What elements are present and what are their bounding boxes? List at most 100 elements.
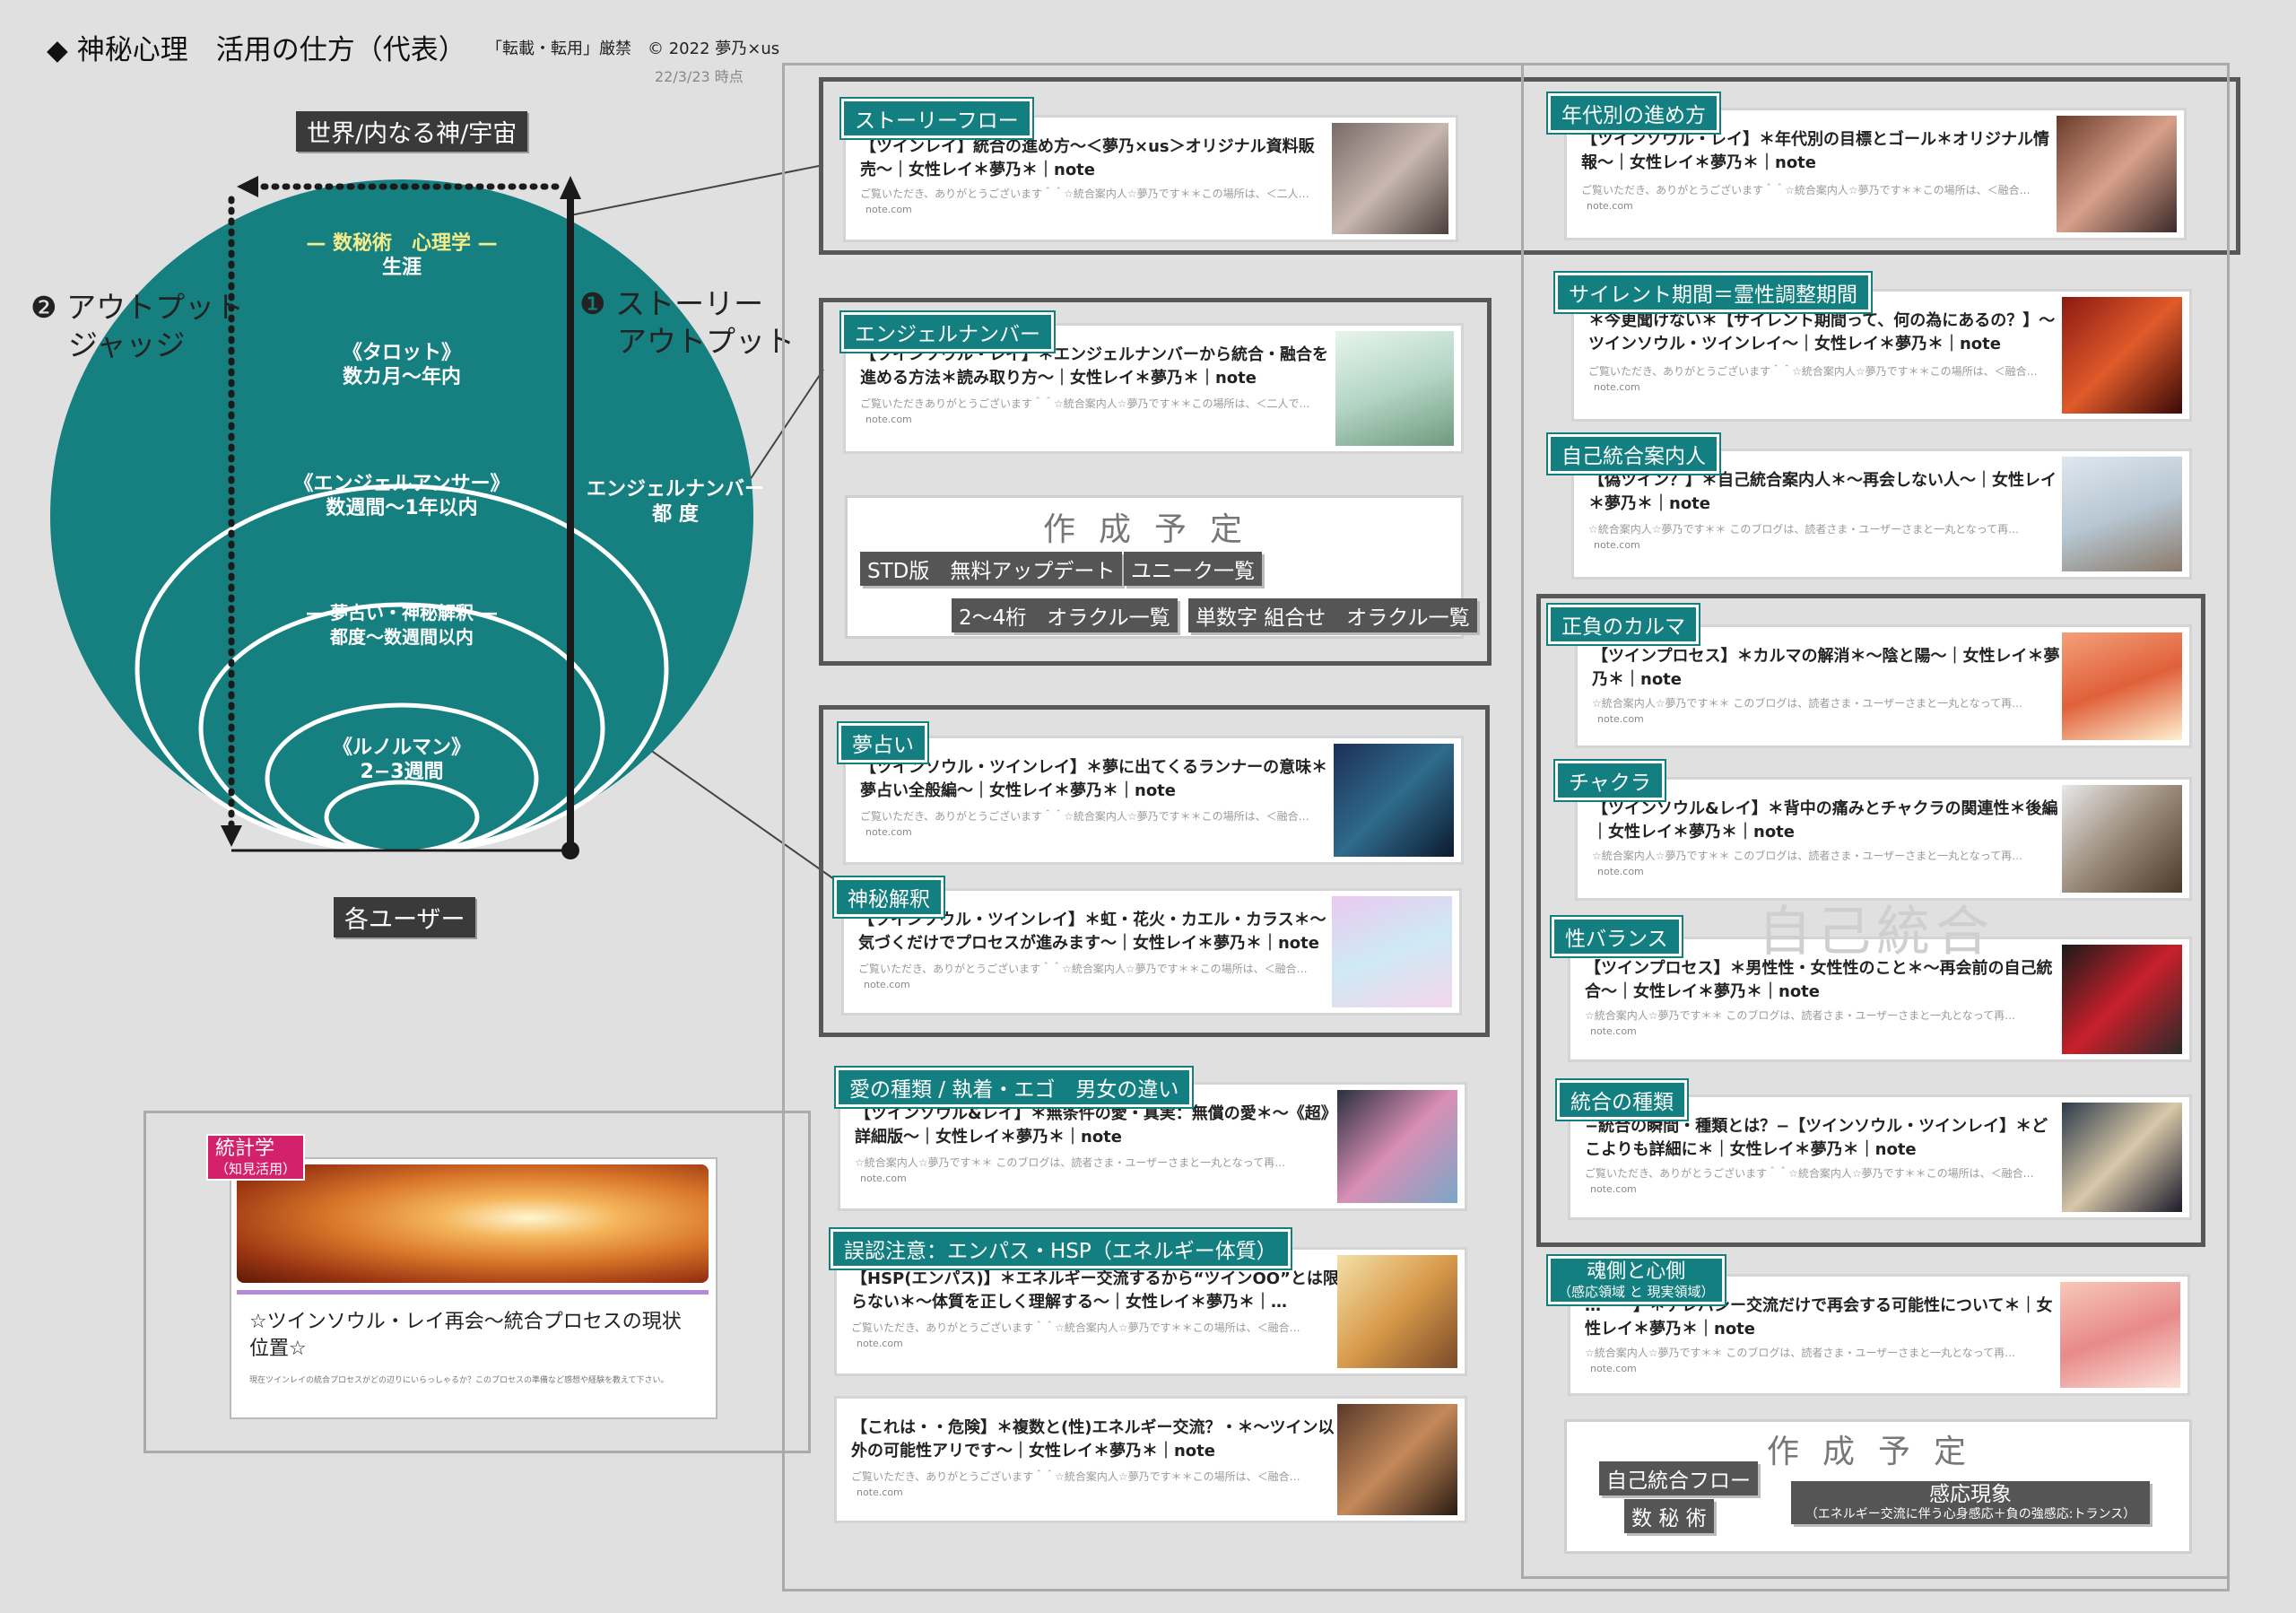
plan-btn-oracle-single[interactable]: 単数字 組合せ オラクル一覧 — [1188, 598, 1477, 632]
card-chakra-site: note.com — [1597, 866, 1644, 877]
card-story-site: note.com — [865, 204, 912, 215]
tag-dream: 夢占い — [837, 721, 929, 764]
top-label: 世界/内なる神/宇宙 — [296, 111, 528, 152]
tag-story-flow: ストーリーフロー — [839, 97, 1034, 140]
card-chakra[interactable]: 【ツインソウル&レイ】＊背中の痛みとチャクラの関連性＊後編｜女性レイ＊夢乃＊｜n… — [1575, 777, 2192, 901]
card-story-title: 【ツインレイ】統合の進め方〜＜夢乃×us＞オリジナル資料販売〜｜女性レイ＊夢乃＊… — [860, 137, 1315, 179]
card-age-title: 【ツインソウル・レイ】＊年代別の目標とゴール＊オリジナル情報〜｜女性レイ＊夢乃＊… — [1581, 130, 2049, 172]
tag-karma: 正負のカルマ — [1546, 603, 1700, 646]
card-karma-desc: ☆統合案内人☆夢乃です＊＊ このブログは、読者さま・ユーザーさまと一丸となって再… — [1592, 697, 2023, 710]
card-balance-image — [2062, 945, 2182, 1054]
card-karma-title: 【ツインプロセス】＊カルマの解消＊〜陰と陽〜｜女性レイ＊夢乃＊｜note — [1592, 647, 2060, 689]
right-label-line1: ❶ ストーリー — [579, 286, 764, 321]
card-mystic-desc: ご覧いただき、ありがとうございます＾＾☆統合案内人☆夢乃です＊＊この場所は、＜融… — [858, 963, 1308, 975]
card-danger-image — [1337, 1404, 1457, 1515]
angel-plan-box: 作成予定 STD版 無料アップデート ユニーク一覧 2〜4桁 オラクル一覧 単数… — [845, 495, 1477, 639]
card-age-site: note.com — [1587, 200, 1633, 212]
stats-tag-sub: （知見活用） — [215, 1161, 297, 1177]
tag-age: 年代別の進め方 — [1546, 92, 1721, 135]
card-danger[interactable]: 【これは・・危険】＊複数と(性)エネルギー交流？・＊〜ツイン以外の可能性アリです… — [834, 1396, 1467, 1523]
card-guide-site: note.com — [1594, 539, 1640, 551]
card-age-desc: ご覧いただき、ありがとうございます＾＾☆統合案内人☆夢乃です＊＊この場所は、＜融… — [1581, 184, 2031, 196]
card-karma-image — [2062, 632, 2182, 740]
left-label-line1: ❷ アウトプット — [30, 290, 245, 325]
card-mystic-image — [1332, 896, 1452, 1007]
tag-love-types: 愛の種類 / 執着・エゴ 男女の違い — [833, 1066, 1195, 1109]
card-dream[interactable]: 【ツインソウル・ツインレイ】＊夢に出てくるランナーの意味＊夢占い全般編〜｜女性レ… — [843, 736, 1464, 865]
card-silent-site: note.com — [1594, 381, 1640, 393]
card-silent-desc: ご覧いただき、ありがとうございます＾＾☆統合案内人☆夢乃です＊＊この場所は、＜融… — [1588, 365, 2038, 378]
card-story-image — [1332, 123, 1448, 234]
card-dream-desc: ご覧いただき、ありがとうございます＾＾☆統合案内人☆夢乃です＊＊この場所は、＜融… — [860, 810, 1309, 823]
card-soul-desc: ☆統合案内人☆夢乃です＊＊ このブログは、読者さま・ユーザーさまと一丸となって再… — [1585, 1347, 2016, 1359]
card-integration-site: note.com — [1590, 1183, 1637, 1195]
stats-card[interactable]: ☆ツインソウル・レイ再会〜統合プロセスの現状位置☆ 現在ツインレイの統合プロセス… — [230, 1157, 718, 1419]
card-silent-image — [2062, 297, 2182, 414]
card-love-desc: ☆統合案内人☆夢乃です＊＊ このブログは、読者さま・ユーザーさまと一丸となって再… — [855, 1156, 1286, 1169]
stats-tag: 統計学 （知見活用） — [206, 1134, 306, 1181]
card-angel-site: note.com — [865, 414, 912, 425]
left-label-line2: ジャッジ — [68, 327, 186, 362]
plan-phen-label: 感応現象 — [1929, 1483, 2012, 1506]
card-angel-desc: ご覧いただきありがとうございます＾＾☆統合案内人☆夢乃です＊＊この場所は、＜二人… — [860, 397, 1310, 410]
tag-hsp: 誤認注意：エンパス・HSP（エネルギー体質） — [829, 1227, 1292, 1270]
angel-number-label: エンジェルナンバー 都 度 — [587, 477, 764, 527]
tag-soul-label: 魂側と心側 — [1587, 1260, 1686, 1283]
card-story-desc: ご覧いただき、ありがとうございます＾＾☆統合案内人☆夢乃です＊＊この場所は、＜二… — [860, 187, 1309, 200]
card-guide-image — [2062, 457, 2182, 571]
plan-btn-std-update[interactable]: STD版 無料アップデート — [860, 552, 1123, 586]
card-dream-image — [1334, 744, 1454, 857]
card-hsp-title: 【HSP(エンパス)】＊エネルギー交流するから“ツインOO”とは限らない＊〜体質… — [851, 1269, 1339, 1312]
plan-btn-oracle-2-4[interactable]: 2〜4桁 オラクル一覧 — [952, 598, 1178, 632]
hands-light-image — [237, 1164, 709, 1283]
plan-btn-phenomena[interactable]: 感応現象 （エネルギー交流に伴う心身感応＋負の強感応:トランス） — [1791, 1481, 2150, 1524]
self-integration-watermark: 自己統合 — [1758, 901, 1995, 963]
tag-silent: サイレント期間＝霊性調整期間 — [1553, 271, 1873, 314]
card-soul-image — [2060, 1282, 2180, 1388]
plan-btn-integration-flow[interactable]: 自己統合フロー — [1599, 1461, 1758, 1495]
card-hsp-image — [1337, 1255, 1457, 1368]
card-danger-site: note.com — [857, 1487, 903, 1498]
tag-mystic: 神秘解釈 — [832, 876, 945, 919]
card-balance-desc: ☆統合案内人☆夢乃です＊＊ このブログは、読者さま・ユーザーさまと一丸となって再… — [1585, 1009, 2016, 1022]
card-danger-title: 【これは・・危険】＊複数と(性)エネルギー交流？・＊〜ツイン以外の可能性アリです… — [851, 1418, 1335, 1460]
card-dream-site: note.com — [865, 826, 912, 838]
card-integration-title: −統合の瞬間・種類とは？−【ツインソウル・ツインレイ】＊どこよりも詳細に＊｜女性… — [1585, 1117, 2048, 1159]
right-label: ❶ ストーリー アウトプット — [579, 285, 795, 361]
card-balance-site: note.com — [1590, 1025, 1637, 1037]
tag-angel-number: エンジェルナンバー — [839, 310, 1056, 353]
angel-label-line2: 都 度 — [652, 503, 699, 526]
stats-card-body: ☆ツインソウル・レイ再会〜統合プロセスの現状位置☆ 現在ツインレイの統合プロセス… — [237, 1290, 709, 1415]
plan-btn-unique-list[interactable]: ユニーク一覧 — [1124, 552, 1262, 586]
card-chakra-title: 【ツインソウル&レイ】＊背中の痛みとチャクラの関連性＊後編｜女性レイ＊夢乃＊｜n… — [1592, 799, 2058, 841]
tag-balance: 性バランス — [1550, 915, 1683, 958]
card-integration-desc: ご覧いただき、ありがとうございます＾＾☆統合案内人☆夢乃です＊＊この場所は、＜融… — [1585, 1167, 2034, 1180]
tag-soul-sub: （感応領域 と 現実領域） — [1558, 1284, 1715, 1300]
card-angel-image — [1335, 331, 1454, 446]
right-label-line2: アウトプット — [617, 324, 795, 359]
right-plan-box: 作成予定 自己統合フロー 数 秘 術 感応現象 （エネルギー交流に伴う心身感応＋… — [1564, 1419, 2192, 1554]
card-soul-site: note.com — [1590, 1363, 1637, 1374]
card-age-image — [2057, 116, 2177, 232]
card-karma-site: note.com — [1597, 713, 1644, 725]
card-guide-title: 【偽ツイン？】＊自己統合案内人＊〜再会しない人〜｜女性レイ＊夢乃＊｜note — [1588, 471, 2057, 513]
card-danger-desc: ご覧いただき、ありがとうございます＾＾☆統合案内人☆夢乃です＊＊この場所は、＜融… — [851, 1470, 1300, 1483]
card-chakra-image — [2062, 785, 2182, 893]
card-hsp-desc: ご覧いただき、ありがとうございます＾＾☆統合案内人☆夢乃です＊＊この場所は、＜融… — [851, 1321, 1300, 1334]
card-love-title: 【ツインソウル&レイ】＊無条件の愛・真実：無償の愛＊〜《超》詳細版〜｜女性レイ＊… — [855, 1104, 1337, 1147]
tag-chakra: チャクラ — [1553, 759, 1666, 802]
tag-soul: 魂側と心側 （感応領域 と 現実領域） — [1546, 1254, 1726, 1306]
tag-guide: 自己統合案内人 — [1546, 432, 1721, 475]
card-chakra-desc: ☆統合案内人☆夢乃です＊＊ このブログは、読者さま・ユーザーさまと一丸となって再… — [1592, 850, 2023, 862]
card-guide-desc: ☆統合案内人☆夢乃です＊＊ このブログは、読者さま・ユーザーさまと一丸となって再… — [1588, 523, 2020, 536]
left-label: ❷ アウトプット ジャッジ — [30, 289, 244, 364]
stats-card-title: ☆ツインソウル・レイ再会〜統合プロセスの現状位置☆ — [249, 1311, 682, 1360]
card-dream-title: 【ツインソウル・ツインレイ】＊夢に出てくるランナーの意味＊夢占い全般編〜｜女性レ… — [860, 758, 1328, 800]
plan-btn-numerology[interactable]: 数 秘 術 — [1624, 1499, 1714, 1533]
card-hsp-site: note.com — [857, 1338, 903, 1349]
card-mystic-site: note.com — [864, 979, 910, 990]
angel-plan-title: 作成予定 — [1042, 511, 1265, 548]
plan-phen-sub: （エネルギー交流に伴う心身感応＋負の強感応:トランス） — [1805, 1507, 2136, 1521]
card-love-site: note.com — [860, 1173, 907, 1184]
stats-tag-label: 統計学 — [215, 1138, 275, 1160]
